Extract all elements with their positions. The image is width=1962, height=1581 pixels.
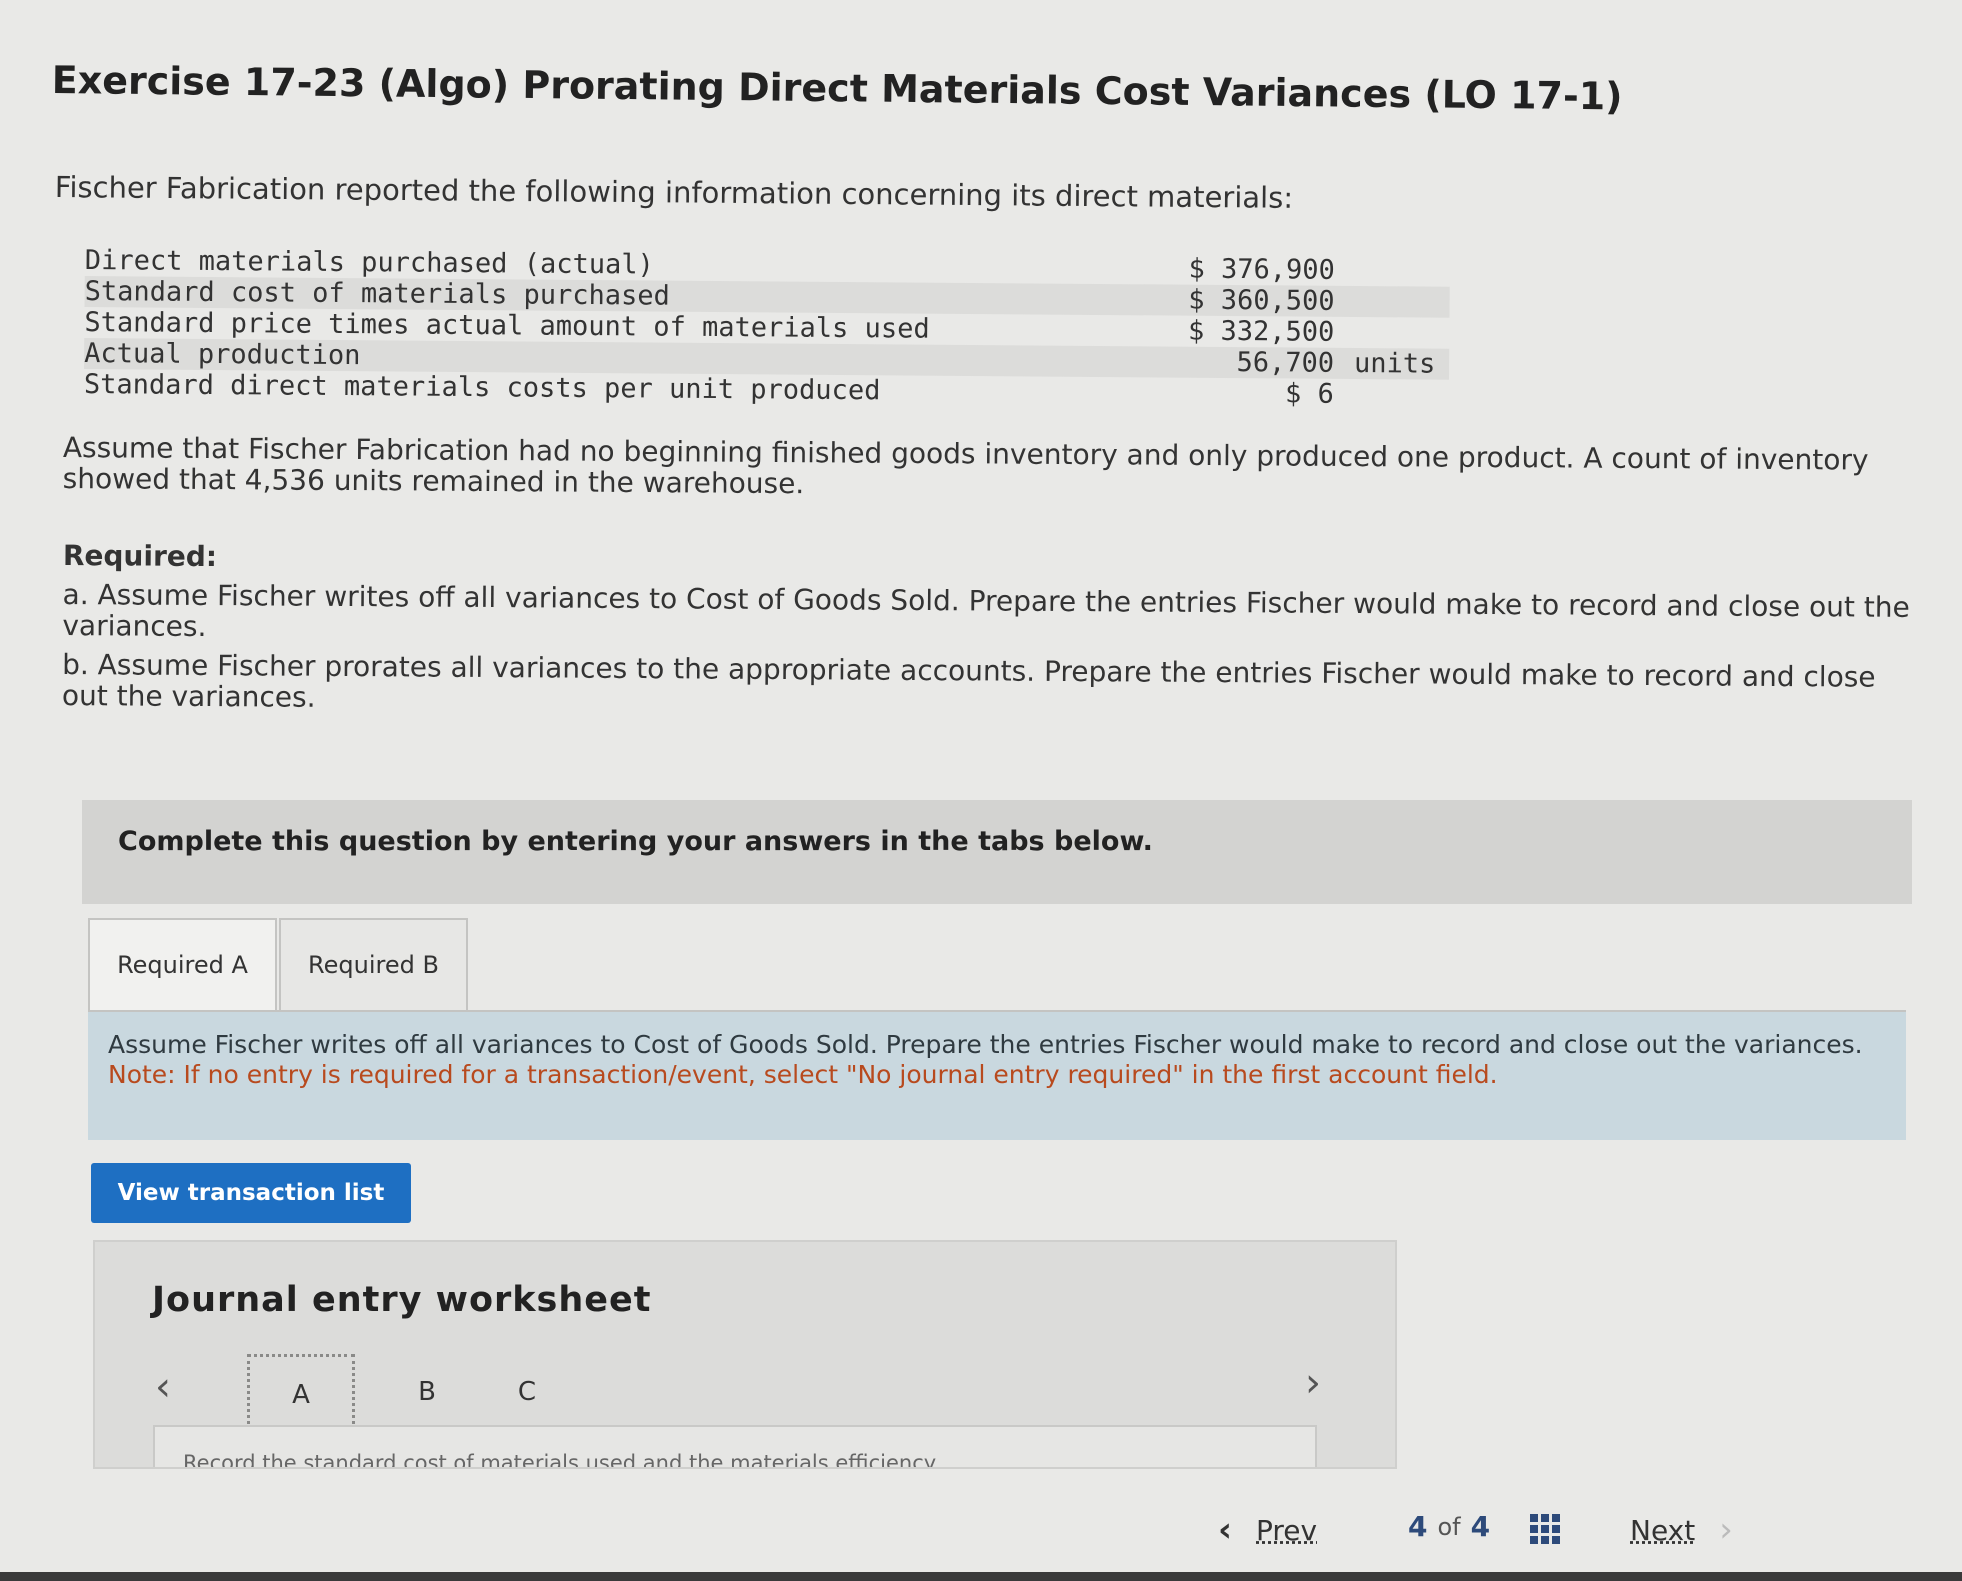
required-heading: Required: bbox=[62, 539, 218, 574]
worksheet-title: Journal entry worksheet bbox=[152, 1280, 652, 1320]
page-total: 4 bbox=[1470, 1510, 1491, 1543]
next-button[interactable]: Next › bbox=[1630, 1510, 1733, 1550]
page-current: 4 bbox=[1408, 1510, 1428, 1543]
instructions-body: Assume Fischer writes off all variances … bbox=[108, 1030, 1863, 1059]
data-row-value: 56,700 bbox=[1236, 347, 1335, 379]
required-section: Required: a. Assume Fischer writes off a… bbox=[61, 539, 1923, 724]
data-row-value: $ 332,500 bbox=[1187, 315, 1335, 348]
page-title: Exercise 17-23 (Algo) Prorating Direct M… bbox=[51, 58, 1623, 119]
chevron-left-icon[interactable]: ‹ bbox=[155, 1364, 171, 1410]
worksheet-tab-a[interactable]: A bbox=[247, 1354, 355, 1436]
prev-button[interactable]: ‹ Prev bbox=[1218, 1510, 1317, 1550]
worksheet-tab-b[interactable]: B bbox=[377, 1354, 477, 1430]
tab-required-a[interactable]: Required A bbox=[88, 918, 277, 1010]
instruction-banner: Complete this question by entering your … bbox=[82, 800, 1912, 904]
page-indicator: 4 of 4 bbox=[1408, 1510, 1490, 1543]
grid-icon bbox=[1530, 1514, 1560, 1544]
tab-required-b[interactable]: Required B bbox=[279, 918, 468, 1010]
prev-label: Prev bbox=[1256, 1513, 1318, 1547]
assumption-text: Assume that Fischer Fabrication had no b… bbox=[62, 431, 1869, 501]
worksheet-entry-panel: Record the standard cost of materials us… bbox=[153, 1425, 1317, 1469]
next-label: Next bbox=[1630, 1513, 1696, 1547]
chevron-right-icon[interactable]: › bbox=[1305, 1360, 1321, 1406]
banner-text: Complete this question by entering your … bbox=[118, 826, 1153, 857]
screen-bezel bbox=[0, 1572, 1962, 1581]
data-row-value: $ 6 bbox=[1284, 378, 1334, 410]
view-transaction-list-button[interactable]: View transaction list bbox=[91, 1163, 411, 1223]
materials-data-table: Direct materials purchased (actual) $ 37… bbox=[84, 245, 1450, 411]
required-a-text: a. Assume Fischer writes off all varianc… bbox=[62, 577, 1910, 644]
page-of: of bbox=[1437, 1512, 1461, 1541]
data-row-value: $ 360,500 bbox=[1188, 284, 1335, 317]
instructions-note: Note: If no entry is required for a tran… bbox=[108, 1060, 1498, 1089]
chevron-right-icon: › bbox=[1719, 1510, 1733, 1550]
instructions-panel: Assume Fischer writes off all variances … bbox=[88, 1012, 1906, 1140]
data-row-value: $ 376,900 bbox=[1188, 253, 1335, 286]
intro-text: Fischer Fabrication reported the followi… bbox=[54, 170, 1294, 215]
required-b-text: b. Assume Fischer prorates all variances… bbox=[61, 647, 1876, 714]
instructions-text: Assume Fischer writes off all variances … bbox=[108, 1030, 1868, 1090]
worksheet-tab-c[interactable]: C bbox=[477, 1354, 577, 1430]
worksheet-panel-text: Record the standard cost of materials us… bbox=[183, 1451, 937, 1469]
journal-entry-worksheet: Journal entry worksheet ‹ A B C › Record… bbox=[93, 1240, 1397, 1469]
data-row-unit: units bbox=[1353, 347, 1436, 380]
grid-menu-button[interactable] bbox=[1530, 1514, 1560, 1544]
chevron-left-icon: ‹ bbox=[1218, 1510, 1233, 1550]
